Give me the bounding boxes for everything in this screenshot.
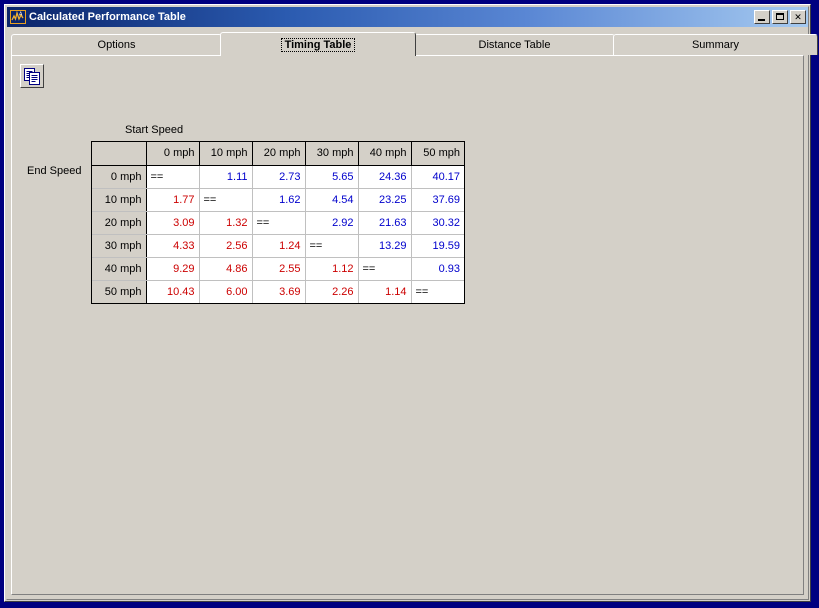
application-window: A Calculated Performance Table ✕ Options… xyxy=(4,4,818,602)
cell-5-0[interactable]: 10.43 xyxy=(146,280,200,303)
cell-2-3[interactable]: 2.92 xyxy=(305,211,359,235)
cell-2-0[interactable]: 3.09 xyxy=(146,211,200,235)
timing-table-grid[interactable]: 0 mph 10 mph 20 mph 30 mph 40 mph 50 mph… xyxy=(91,141,465,304)
tab-label: Timing Table xyxy=(280,37,356,52)
tab-label: Summary xyxy=(691,39,740,51)
cell-1-5[interactable]: 37.69 xyxy=(411,188,464,212)
table-row: 30 mph 4.33 2.56 1.24 == 13.29 19.59 xyxy=(92,234,464,258)
cell-2-1[interactable]: 1.32 xyxy=(199,211,253,235)
cell-4-2[interactable]: 2.55 xyxy=(252,257,306,281)
maximize-button[interactable] xyxy=(772,10,788,24)
cell-4-0[interactable]: 9.29 xyxy=(146,257,200,281)
header-corner-cell xyxy=(92,142,147,166)
column-axis-label: Start Speed xyxy=(125,124,184,136)
minimize-button[interactable] xyxy=(754,10,770,24)
cell-0-3[interactable]: 5.65 xyxy=(305,165,359,189)
column-header-4[interactable]: 40 mph xyxy=(358,142,412,166)
row-axis-label: End Speed xyxy=(27,165,82,177)
copy-icon xyxy=(23,67,41,88)
cell-5-2[interactable]: 3.69 xyxy=(252,280,306,303)
row-header-3[interactable]: 30 mph xyxy=(92,234,147,258)
cell-1-0[interactable]: 1.77 xyxy=(146,188,200,212)
chart-waveform-icon: A xyxy=(10,10,26,24)
close-button[interactable]: ✕ xyxy=(790,10,806,24)
timing-table: 0 mph 10 mph 20 mph 30 mph 40 mph 50 mph… xyxy=(92,142,464,303)
cell-4-1[interactable]: 4.86 xyxy=(199,257,253,281)
cell-3-2[interactable]: 1.24 xyxy=(252,234,306,258)
cell-2-2[interactable]: == xyxy=(252,211,306,235)
cell-0-2[interactable]: 2.73 xyxy=(252,165,306,189)
cell-4-5[interactable]: 0.93 xyxy=(411,257,464,281)
close-icon: ✕ xyxy=(794,11,802,22)
table-row: 10 mph 1.77 == 1.62 4.54 23.25 37.69 xyxy=(92,188,464,212)
table-row: 40 mph 9.29 4.86 2.55 1.12 == 0.93 xyxy=(92,257,464,281)
cell-5-4[interactable]: 1.14 xyxy=(358,280,412,303)
table-row: 20 mph 3.09 1.32 == 2.92 21.63 30.32 xyxy=(92,211,464,235)
cell-2-4[interactable]: 21.63 xyxy=(358,211,412,235)
tab-label: Distance Table xyxy=(478,39,551,51)
cell-3-3[interactable]: == xyxy=(305,234,359,258)
timing-table-body: 0 mph == 1.11 2.73 5.65 24.36 40.17 10 m… xyxy=(92,165,464,303)
header-row: 0 mph 10 mph 20 mph 30 mph 40 mph 50 mph xyxy=(92,142,464,166)
cell-3-5[interactable]: 19.59 xyxy=(411,234,464,258)
cell-0-5[interactable]: 40.17 xyxy=(411,165,464,189)
column-header-5[interactable]: 50 mph xyxy=(411,142,464,166)
cell-0-0[interactable]: == xyxy=(146,165,200,189)
cell-0-1[interactable]: 1.11 xyxy=(199,165,253,189)
cell-4-3[interactable]: 1.12 xyxy=(305,257,359,281)
maximize-icon xyxy=(776,13,784,20)
cell-1-1[interactable]: == xyxy=(199,188,253,212)
tab-options[interactable]: Options xyxy=(11,34,222,55)
column-header-0[interactable]: 0 mph xyxy=(146,142,200,166)
timing-table-head: 0 mph 10 mph 20 mph 30 mph 40 mph 50 mph xyxy=(92,142,464,166)
column-header-2[interactable]: 20 mph xyxy=(252,142,306,166)
cell-4-4[interactable]: == xyxy=(358,257,412,281)
row-header-0[interactable]: 0 mph xyxy=(92,165,147,189)
column-header-3[interactable]: 30 mph xyxy=(305,142,359,166)
row-header-4[interactable]: 40 mph xyxy=(92,257,147,281)
cell-1-3[interactable]: 4.54 xyxy=(305,188,359,212)
cell-5-1[interactable]: 6.00 xyxy=(199,280,253,303)
cell-3-0[interactable]: 4.33 xyxy=(146,234,200,258)
table-row: 50 mph 10.43 6.00 3.69 2.26 1.14 == xyxy=(92,280,464,303)
cell-5-3[interactable]: 2.26 xyxy=(305,280,359,303)
cell-5-5[interactable]: == xyxy=(411,280,464,303)
table-row: 0 mph == 1.11 2.73 5.65 24.36 40.17 xyxy=(92,165,464,189)
cell-0-4[interactable]: 24.36 xyxy=(358,165,412,189)
cell-2-5[interactable]: 30.32 xyxy=(411,211,464,235)
title-bar[interactable]: A Calculated Performance Table ✕ xyxy=(7,7,808,27)
tab-strip: Options Timing Table Distance Table Summ… xyxy=(11,32,818,56)
cell-1-4[interactable]: 23.25 xyxy=(358,188,412,212)
tab-panel-timing-table: Start Speed End Speed 0 mph 10 mph 20 mp… xyxy=(11,55,804,595)
cell-1-2[interactable]: 1.62 xyxy=(252,188,306,212)
minimize-icon xyxy=(758,19,765,21)
tab-distance-table[interactable]: Distance Table xyxy=(414,34,615,55)
cell-3-1[interactable]: 2.56 xyxy=(199,234,253,258)
row-header-1[interactable]: 10 mph xyxy=(92,188,147,212)
column-header-1[interactable]: 10 mph xyxy=(199,142,253,166)
cell-3-4[interactable]: 13.29 xyxy=(358,234,412,258)
tab-label: Options xyxy=(97,39,136,51)
row-header-2[interactable]: 20 mph xyxy=(92,211,147,235)
tab-timing-table[interactable]: Timing Table xyxy=(220,32,416,56)
tab-summary[interactable]: Summary xyxy=(613,34,818,55)
copy-button[interactable] xyxy=(20,64,44,88)
window-title: Calculated Performance Table xyxy=(29,11,186,23)
row-header-5[interactable]: 50 mph xyxy=(92,280,147,303)
